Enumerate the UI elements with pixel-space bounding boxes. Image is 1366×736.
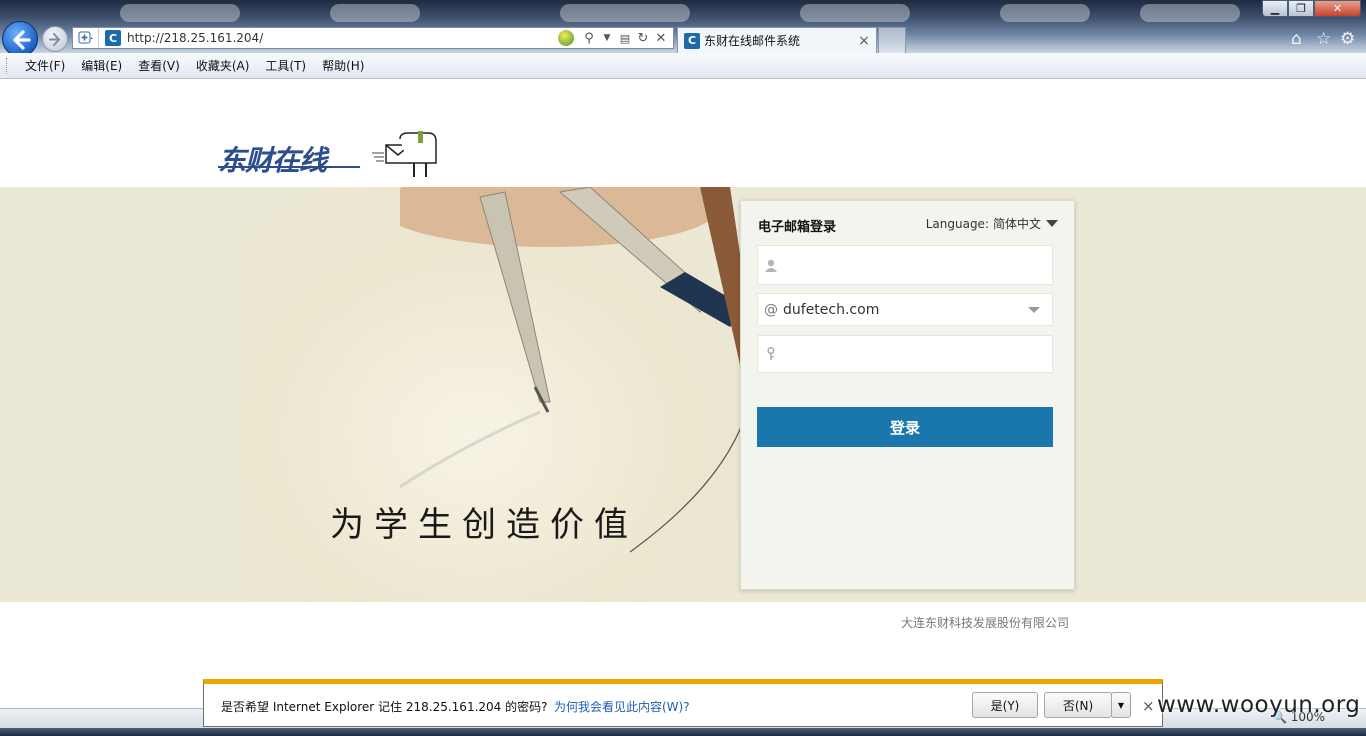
tab-close-icon[interactable]: × (856, 33, 872, 49)
menu-grip (6, 57, 9, 74)
login-button[interactable]: 登录 (757, 407, 1053, 447)
logo-text: 东财在线 (218, 144, 327, 177)
url-text[interactable]: http://218.25.161.204/ (127, 31, 558, 45)
save-password-notification: 是否希望 Internet Explorer 记住 218.25.161.204… (203, 679, 1163, 727)
no-options-dropdown[interactable]: ▼ (1111, 692, 1131, 718)
password-field[interactable] (757, 335, 1053, 373)
menu-help[interactable]: 帮助(H) (314, 57, 372, 74)
language-value: 简体中文 (992, 217, 1041, 231)
gear-icon[interactable]: ⚙ (1340, 29, 1355, 49)
login-panel: 电子邮箱登录 Language: 简体中文 @ dufetech.com 登录 (740, 200, 1075, 590)
compatibility-view-icon[interactable] (558, 30, 574, 46)
back-arrow-icon (13, 30, 31, 50)
notification-why-link[interactable]: 为何我会看见此内容(W)? (554, 698, 690, 715)
maximize-button[interactable]: ❐ (1288, 0, 1314, 17)
refresh-icon[interactable]: ↻ (634, 29, 652, 47)
tab-favicon-icon: C (684, 32, 700, 49)
address-bar[interactable]: C http://218.25.161.204/ ⚲ ▼ ▤ ↻ ✕ (72, 27, 674, 49)
user-icon (758, 259, 784, 272)
domain-value: dufetech.com (783, 301, 880, 318)
site-logo: 东财在线 (218, 131, 448, 181)
new-tab-button[interactable] (878, 27, 906, 53)
menu-favorites[interactable]: 收藏夹(A) (188, 57, 258, 74)
security-shield-icon[interactable] (73, 28, 99, 48)
notification-message: 是否希望 Internet Explorer 记住 218.25.161.204… (221, 700, 548, 714)
dropdown-arrow-icon[interactable]: ▼ (598, 29, 616, 47)
forward-arrow-icon (49, 33, 61, 46)
language-caret-icon (1046, 220, 1058, 227)
domain-at-sign: @ (764, 301, 778, 318)
language-selector[interactable]: Language: 简体中文 (926, 215, 1058, 232)
window-controls: ▁ ❐ ✕ (1262, 0, 1361, 17)
hero-banner: 为学生创造价值 电子邮箱登录 Language: 简体中文 @ dufetech… (0, 187, 1366, 602)
username-field[interactable] (757, 245, 1053, 285)
back-button[interactable] (2, 21, 38, 57)
menu-view[interactable]: 查看(V) (130, 57, 188, 74)
menu-file[interactable]: 文件(F) (17, 57, 73, 74)
mailbox-icon (372, 131, 437, 177)
key-icon (758, 347, 784, 361)
close-window-button[interactable]: ✕ (1314, 0, 1361, 17)
no-button[interactable]: 否(N) (1044, 692, 1112, 718)
compat-page-icon[interactable]: ▤ (616, 29, 634, 47)
login-title: 电子邮箱登录 (758, 220, 837, 235)
chevron-down-icon: ▼ (1117, 700, 1125, 710)
minimize-button[interactable]: ▁ (1262, 0, 1288, 17)
logo-underline (218, 166, 360, 168)
windows-taskbar (0, 728, 1366, 736)
company-footer: 大连东财科技发展股份有限公司 (901, 616, 1070, 630)
browser-title-bar: C http://218.25.161.204/ ⚲ ▼ ▤ ↻ ✕ C 东财在… (0, 0, 1366, 57)
username-input[interactable] (784, 246, 1052, 284)
language-label: Language: (925, 216, 989, 231)
menu-bar: 文件(F) 编辑(E) 查看(V) 收藏夹(A) 工具(T) 帮助(H) (0, 53, 1366, 79)
star-icon[interactable]: ☆ (1316, 29, 1331, 49)
search-icon[interactable]: ⚲ (580, 29, 598, 47)
yes-button[interactable]: 是(Y) (972, 692, 1038, 718)
menu-tools[interactable]: 工具(T) (257, 57, 314, 74)
watermark: www.wooyun.org (1157, 692, 1361, 718)
forward-button[interactable] (42, 26, 68, 52)
menu-edit[interactable]: 编辑(E) (73, 57, 130, 74)
tab-active[interactable]: C 东财在线邮件系统 × (677, 27, 877, 53)
home-icon[interactable]: ⌂ (1291, 29, 1302, 49)
notification-close-icon[interactable]: × (1142, 697, 1155, 715)
web-page: 东财在线 为学生创造价值 电子邮箱登录 Language: 简体中文 @ duf… (0, 79, 1366, 679)
domain-caret-icon (1028, 306, 1040, 313)
site-favicon-icon: C (105, 30, 121, 46)
stop-icon[interactable]: ✕ (652, 29, 670, 47)
tab-title: 东财在线邮件系统 (704, 34, 801, 48)
domain-select[interactable]: @ dufetech.com (757, 293, 1053, 326)
slogan-text: 为学生创造价值 (330, 505, 638, 545)
password-input[interactable] (784, 336, 1052, 372)
